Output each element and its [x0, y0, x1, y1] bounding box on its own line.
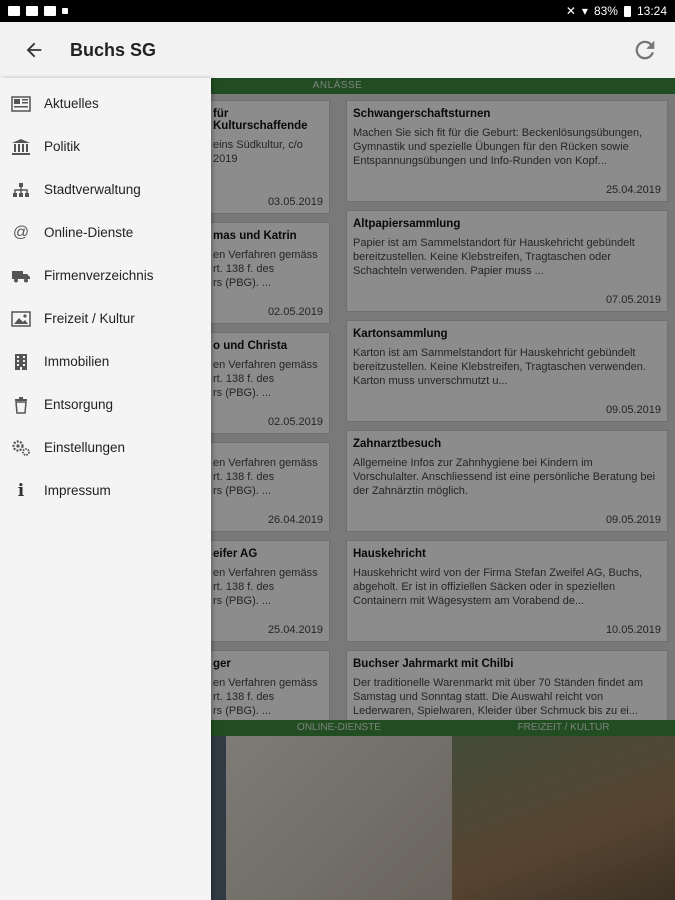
trash-icon — [11, 395, 31, 415]
newspaper-icon — [11, 94, 31, 114]
flipboard-icon — [44, 6, 56, 16]
image-icon — [11, 309, 31, 329]
gears-icon — [11, 438, 31, 458]
drawer-item-freizeit-kultur[interactable]: Freizeit / Kultur — [0, 297, 211, 340]
navigation-drawer: Aktuelles Politik Stadtverwaltung @ Online-D… — [0, 78, 211, 900]
building-icon — [11, 352, 31, 372]
drawer-item-immobilien[interactable]: Immobilien — [0, 340, 211, 383]
battery-icon — [623, 5, 631, 17]
at-icon: @ — [12, 223, 30, 241]
drawer-item-entsorgung[interactable]: Entsorgung — [0, 383, 211, 426]
drawer-item-online-dienste[interactable]: @ Online-Dienste — [0, 211, 211, 254]
drawer-item-impressum[interactable]: i Impressum — [0, 469, 211, 512]
drawer-item-label: Einstellungen — [44, 440, 126, 455]
drawer-item-einstellungen[interactable]: Einstellungen — [0, 426, 211, 469]
drawer-menu: Aktuelles Politik Stadtverwaltung @ Online-D… — [0, 78, 211, 512]
drawer-item-label: Politik — [44, 139, 81, 154]
arrow-left-icon[interactable] — [14, 39, 54, 61]
org-chart-icon — [11, 180, 31, 200]
refresh-icon[interactable] — [631, 36, 659, 64]
drawer-item-label: Aktuelles — [44, 96, 99, 111]
drawer-item-aktuelles[interactable]: Aktuelles — [0, 82, 211, 125]
bank-icon — [11, 137, 31, 157]
wifi-icon: ▾ — [581, 4, 588, 18]
clock: 13:24 — [636, 4, 667, 18]
truck-icon — [11, 266, 31, 286]
page-title: Buchs SG — [70, 39, 157, 60]
info-icon: i — [17, 480, 25, 501]
battery-percent: 83% — [593, 4, 618, 18]
drawer-item-label: Immobilien — [44, 354, 110, 369]
drawer-item-label: Online-Dienste — [44, 225, 134, 240]
drawer-item-firmenverzeichnis[interactable]: Firmenverzeichnis — [0, 254, 211, 297]
drawer-item-label: Impressum — [44, 483, 111, 498]
status-bar: ✕ ▾ 83% 13:24 — [0, 0, 675, 22]
drawer-item-label: Entsorgung — [44, 397, 114, 412]
gallery-icon — [8, 6, 20, 16]
message-icon — [26, 6, 38, 16]
drawer-item-label: Stadtverwaltung — [44, 182, 141, 197]
drawer-item-label: Freizeit / Kultur — [44, 311, 135, 326]
notification-icon — [62, 8, 68, 14]
app-bar: Buchs SG — [0, 22, 675, 78]
drawer-item-politik[interactable]: Politik — [0, 125, 211, 168]
drawer-item-label: Firmenverzeichnis — [44, 268, 154, 283]
drawer-item-stadtverwaltung[interactable]: Stadtverwaltung — [0, 168, 211, 211]
mute-icon: ✕ — [565, 4, 576, 18]
